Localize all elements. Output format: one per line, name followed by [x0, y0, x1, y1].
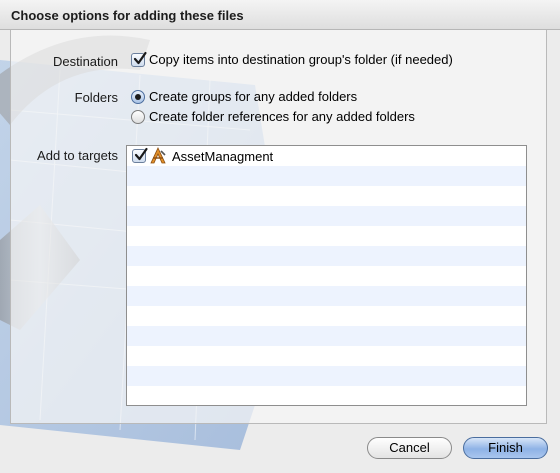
cancel-button[interactable]: Cancel: [367, 437, 452, 459]
create-folder-references-option[interactable]: Create folder references for any added f…: [131, 109, 415, 124]
finish-button[interactable]: Finish: [463, 437, 548, 459]
create-folder-references-radio[interactable]: [131, 109, 145, 124]
copy-items-option[interactable]: Copy items into destination group's fold…: [131, 51, 453, 67]
copy-items-checkbox[interactable]: [131, 51, 147, 67]
folders-label: Folders: [74, 90, 118, 105]
target-name: AssetManagment: [172, 148, 274, 164]
create-groups-label: Create groups for any added folders: [149, 89, 358, 104]
create-groups-option[interactable]: Create groups for any added folders: [131, 89, 357, 104]
checkmark-icon: [133, 51, 147, 64]
destination-label: Destination: [52, 54, 118, 69]
copy-items-label: Copy items into destination group's fold…: [149, 52, 453, 67]
create-groups-radio[interactable]: [131, 89, 145, 104]
targets-list[interactable]: AssetManagment: [126, 145, 527, 406]
target-row[interactable]: AssetManagment: [127, 146, 526, 166]
checkmark-icon: [134, 147, 148, 161]
target-checkbox[interactable]: [132, 147, 148, 163]
sheet-title-bar: Choose options for adding these files: [0, 0, 560, 30]
app-target-icon: [150, 147, 166, 164]
sheet-title: Choose options for adding these files: [11, 8, 244, 23]
create-folder-references-label: Create folder references for any added f…: [149, 109, 415, 124]
add-to-targets-label: Add to targets: [37, 148, 118, 163]
